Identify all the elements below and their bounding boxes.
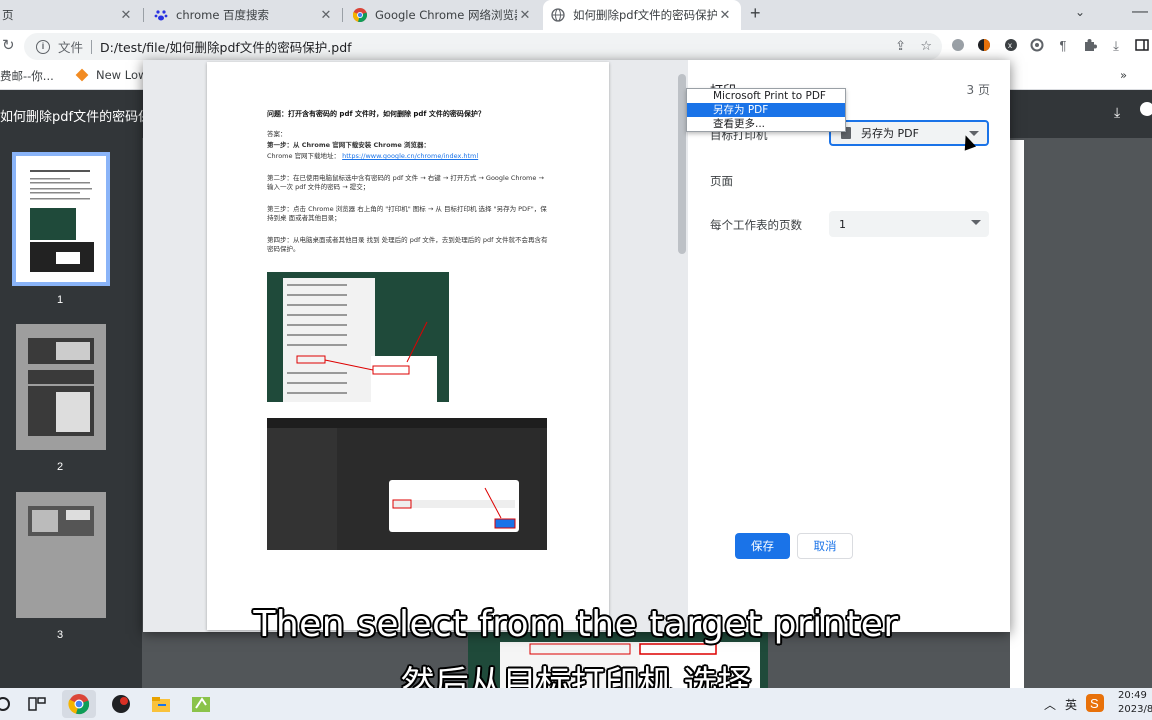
tab-separator	[143, 8, 144, 22]
more-bookmarks-button[interactable]: »	[1120, 68, 1127, 82]
close-icon[interactable]: ✕	[517, 7, 533, 23]
destination-value: 另存为 PDF	[861, 127, 919, 140]
browser-toolbar: ↻ i 文件 D:/test/file/如何删除pdf文件的密码保护.pdf ⇪…	[0, 30, 1152, 62]
download-icon[interactable]: ⤓	[1108, 38, 1124, 54]
tab-1-label: 页	[2, 8, 14, 22]
preview-step4: 第四步：从电脑桌面或者其他目录 找到 处理后的 pdf 文件，去到处理后的 pd…	[267, 236, 548, 253]
tab-search-chevron-icon[interactable]: ⌄	[1075, 5, 1085, 19]
new-tab-icon[interactable]: +	[750, 3, 761, 24]
preview-screenshot-password-dialog	[267, 418, 547, 550]
destination-dropdown-list: Microsoft Print to PDF 另存为 PDF 查看更多...	[686, 88, 846, 132]
clock-time: 20:49	[1118, 690, 1147, 701]
close-icon[interactable]: ✕	[318, 7, 334, 23]
thumbnail-page-3[interactable]	[16, 492, 106, 618]
option-see-more[interactable]: 查看更多...	[687, 117, 845, 131]
bookmark-item[interactable]: 费邮--你...	[0, 68, 54, 84]
share-icon[interactable]: ⇪	[895, 38, 906, 54]
chrome-logo-icon	[352, 8, 367, 22]
preview-step3: 第三步：点击 Chrome 浏览器 右上角的 "打印机" 图标 → 从 目标打印…	[267, 205, 547, 222]
preview-step1: 第一步：从 Chrome 官网下载安装 Chrome 浏览器：	[267, 141, 431, 149]
dropdown-arrow-icon	[971, 220, 981, 225]
baidu-paw-icon	[154, 8, 168, 22]
cancel-button[interactable]: 取消	[797, 533, 853, 559]
address-url[interactable]: D:/test/file/如何删除pdf文件的密码保护.pdf	[100, 37, 352, 56]
page-count: 3 页	[966, 83, 990, 97]
extension-gray-icon[interactable]	[950, 38, 966, 54]
file-explorer-icon[interactable]	[150, 693, 172, 715]
preview-link: https://www.google.cn/chrome/index.html	[342, 152, 479, 160]
tab-2-label: chrome 百度搜索	[176, 8, 270, 22]
svg-text:S: S	[1090, 696, 1099, 711]
sheets-select[interactable]: 1	[829, 211, 989, 237]
print-dialog: 问题：打开含有密码的 pdf 文件时，如何删除 pdf 文件的密码保护？ 答案：…	[143, 60, 1010, 632]
sogou-ime-icon[interactable]: S	[1086, 694, 1104, 712]
ime-indicator[interactable]: 英	[1065, 696, 1077, 713]
option-save-as-pdf[interactable]: 另存为 PDF	[687, 103, 845, 117]
pages-label: 页面	[710, 174, 733, 188]
svg-text:x: x	[1008, 41, 1012, 50]
tab-4-active[interactable]: 如何删除pdf文件的密码保护.pdf ✕	[543, 0, 741, 30]
tab-strip: 页 ✕ chrome 百度搜索 ✕ Google Chrome 网络浏览器 ✕ …	[0, 0, 1152, 30]
extension-x-icon[interactable]: x	[1003, 38, 1019, 54]
close-icon[interactable]: ✕	[717, 7, 733, 23]
search-icon[interactable]	[0, 693, 14, 715]
paragraph-icon[interactable]: ¶	[1055, 38, 1071, 54]
info-icon[interactable]: i	[36, 39, 50, 54]
preview-step1b: Chrome 官网下载地址：	[267, 152, 341, 160]
preview-step1-url: Chrome 官网下载地址： https://www.google.cn/chr…	[267, 152, 549, 161]
address-separator	[91, 39, 93, 54]
minimize-icon[interactable]: —	[1132, 3, 1148, 21]
download-icon[interactable]: ⤓	[1114, 104, 1120, 121]
preview-screenshot-context-menu	[267, 272, 449, 402]
tab-1[interactable]: 页 ✕	[0, 0, 142, 30]
tab-3[interactable]: Google Chrome 网络浏览器 ✕	[345, 0, 541, 30]
paint-app-icon[interactable]	[190, 693, 212, 715]
extension-circle-icon[interactable]	[1029, 38, 1045, 54]
system-clock[interactable]: 20:49 2023/8/	[1118, 689, 1152, 717]
address-prefix: 文件	[58, 40, 84, 55]
sidepanel-icon[interactable]	[1134, 38, 1150, 54]
sheets-label: 每个工作表的页数	[710, 218, 802, 232]
close-icon[interactable]: ✕	[118, 7, 134, 23]
extension-red-icon[interactable]	[976, 38, 992, 54]
task-view-icon[interactable]	[26, 693, 48, 715]
thumbnail-page-2[interactable]	[16, 324, 106, 450]
puzzle-extensions-icon[interactable]	[1082, 38, 1098, 54]
bookmark-star-icon[interactable]: ☆	[920, 38, 932, 54]
tab-2[interactable]: chrome 百度搜索 ✕	[146, 0, 342, 30]
clock-date: 2023/8/	[1118, 704, 1152, 715]
globe-icon	[551, 8, 565, 22]
print-preview-page: 问题：打开含有密码的 pdf 文件时，如何删除 pdf 文件的密码保护？ 答案：…	[207, 62, 609, 630]
tab-4-label: 如何删除pdf文件的密码保护.pdf	[573, 8, 717, 22]
tab-3-label: Google Chrome 网络浏览器	[375, 8, 517, 22]
tray-chevron-icon[interactable]: ︿	[1044, 696, 1056, 713]
bookmark-label: 费邮--你...	[0, 69, 54, 83]
app-ladybug-icon[interactable]	[110, 693, 132, 715]
subtitle-english: Then select from the target printer	[253, 604, 899, 645]
taskbar: ︿ 英 S 20:49 2023/8/	[0, 688, 1152, 720]
print-preview-area: 问题：打开含有密码的 pdf 文件时，如何删除 pdf 文件的密码保护？ 答案：…	[143, 60, 688, 632]
tab-separator	[342, 8, 343, 22]
thumbnail-page-1[interactable]	[12, 152, 110, 286]
preview-answer: 答案：	[267, 130, 287, 138]
option-microsoft-print-to-pdf[interactable]: Microsoft Print to PDF	[687, 89, 845, 103]
sheets-value: 1	[839, 217, 846, 231]
preview-step2: 第二步：在已使用电脑鼠标选中含有密码的 pdf 文件 → 右键 → 打开方式 →…	[267, 174, 544, 191]
preview-heading: 问题：打开含有密码的 pdf 文件时，如何删除 pdf 文件的密码保护？	[267, 110, 485, 118]
chrome-taskbar-icon[interactable]	[62, 690, 96, 718]
reload-icon[interactable]: ↻	[2, 36, 15, 54]
box-icon	[75, 68, 89, 82]
preview-scrollbar[interactable]	[678, 74, 686, 254]
thumbnail-number: 2	[56, 461, 64, 473]
save-button[interactable]: 保存	[735, 533, 790, 559]
more-icon[interactable]	[1140, 102, 1152, 116]
address-bar[interactable]: i 文件 D:/test/file/如何删除pdf文件的密码保护.pdf ⇪ ☆	[24, 33, 942, 60]
thumbnail-number: 1	[56, 294, 64, 306]
